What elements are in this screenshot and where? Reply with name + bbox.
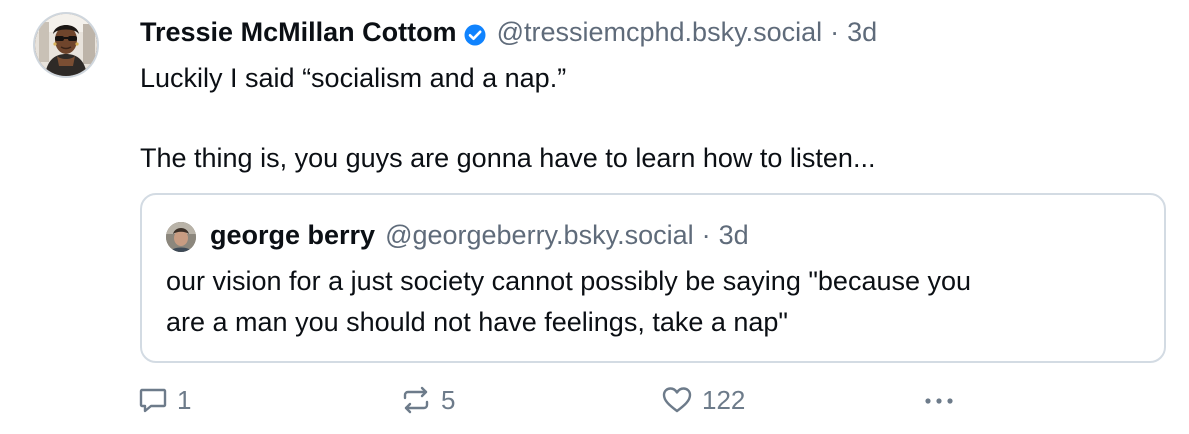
quote-text-line: are a man you should not have feelings, … bbox=[166, 307, 789, 337]
post-text-line: Luckily I said “socialism and a nap.” bbox=[140, 63, 567, 93]
author-display-name[interactable]: Tressie McMillan Cottom bbox=[140, 14, 457, 50]
quote-author-avatar[interactable] bbox=[166, 222, 196, 252]
reply-count: 1 bbox=[177, 384, 192, 415]
quote-separator-dot: · bbox=[701, 220, 711, 250]
more-icon bbox=[925, 398, 953, 404]
post-text-line: The thing is, you guys are gonna have to… bbox=[140, 143, 876, 173]
author-avatar[interactable] bbox=[35, 14, 97, 76]
quote-avatar-image bbox=[166, 222, 196, 252]
quote-author-handle[interactable]: @georgeberry.bsky.social bbox=[385, 217, 694, 253]
post-card[interactable]: Tressie McMillan Cottom @tressiemcphd.bs… bbox=[0, 0, 1189, 434]
quote-text: our vision for a just society cannot pos… bbox=[166, 261, 1146, 343]
quoted-post[interactable]: george berry @georgeberry.bsky.social · … bbox=[140, 193, 1166, 363]
like-button[interactable]: 122 bbox=[660, 380, 745, 420]
author-avatar-image bbox=[35, 14, 97, 76]
heart-icon bbox=[662, 387, 692, 413]
post-header: Tressie McMillan Cottom @tressiemcphd.bs… bbox=[140, 14, 877, 50]
repost-icon bbox=[403, 386, 429, 414]
post-text: Luckily I said “socialism and a nap.” Th… bbox=[140, 58, 1140, 178]
author-handle[interactable]: @tressiemcphd.bsky.social bbox=[497, 14, 823, 50]
quote-text-line: our vision for a just society cannot pos… bbox=[166, 266, 972, 296]
quote-timestamp[interactable]: 3d bbox=[719, 217, 749, 253]
repost-button[interactable]: 5 bbox=[399, 380, 455, 420]
like-count: 122 bbox=[702, 384, 746, 415]
separator-dot: · bbox=[830, 17, 840, 47]
verified-badge-icon[interactable] bbox=[463, 20, 487, 46]
reply-button[interactable]: 1 bbox=[137, 380, 191, 420]
more-options-button[interactable] bbox=[920, 380, 960, 420]
repost-count: 5 bbox=[441, 384, 456, 415]
quote-author-display-name[interactable]: george berry bbox=[210, 217, 375, 253]
quote-header: george berry @georgeberry.bsky.social · … bbox=[210, 217, 749, 253]
reply-icon bbox=[139, 388, 167, 413]
post-actions: 1 5 122 bbox=[0, 380, 1189, 420]
post-timestamp[interactable]: 3d bbox=[847, 14, 877, 50]
